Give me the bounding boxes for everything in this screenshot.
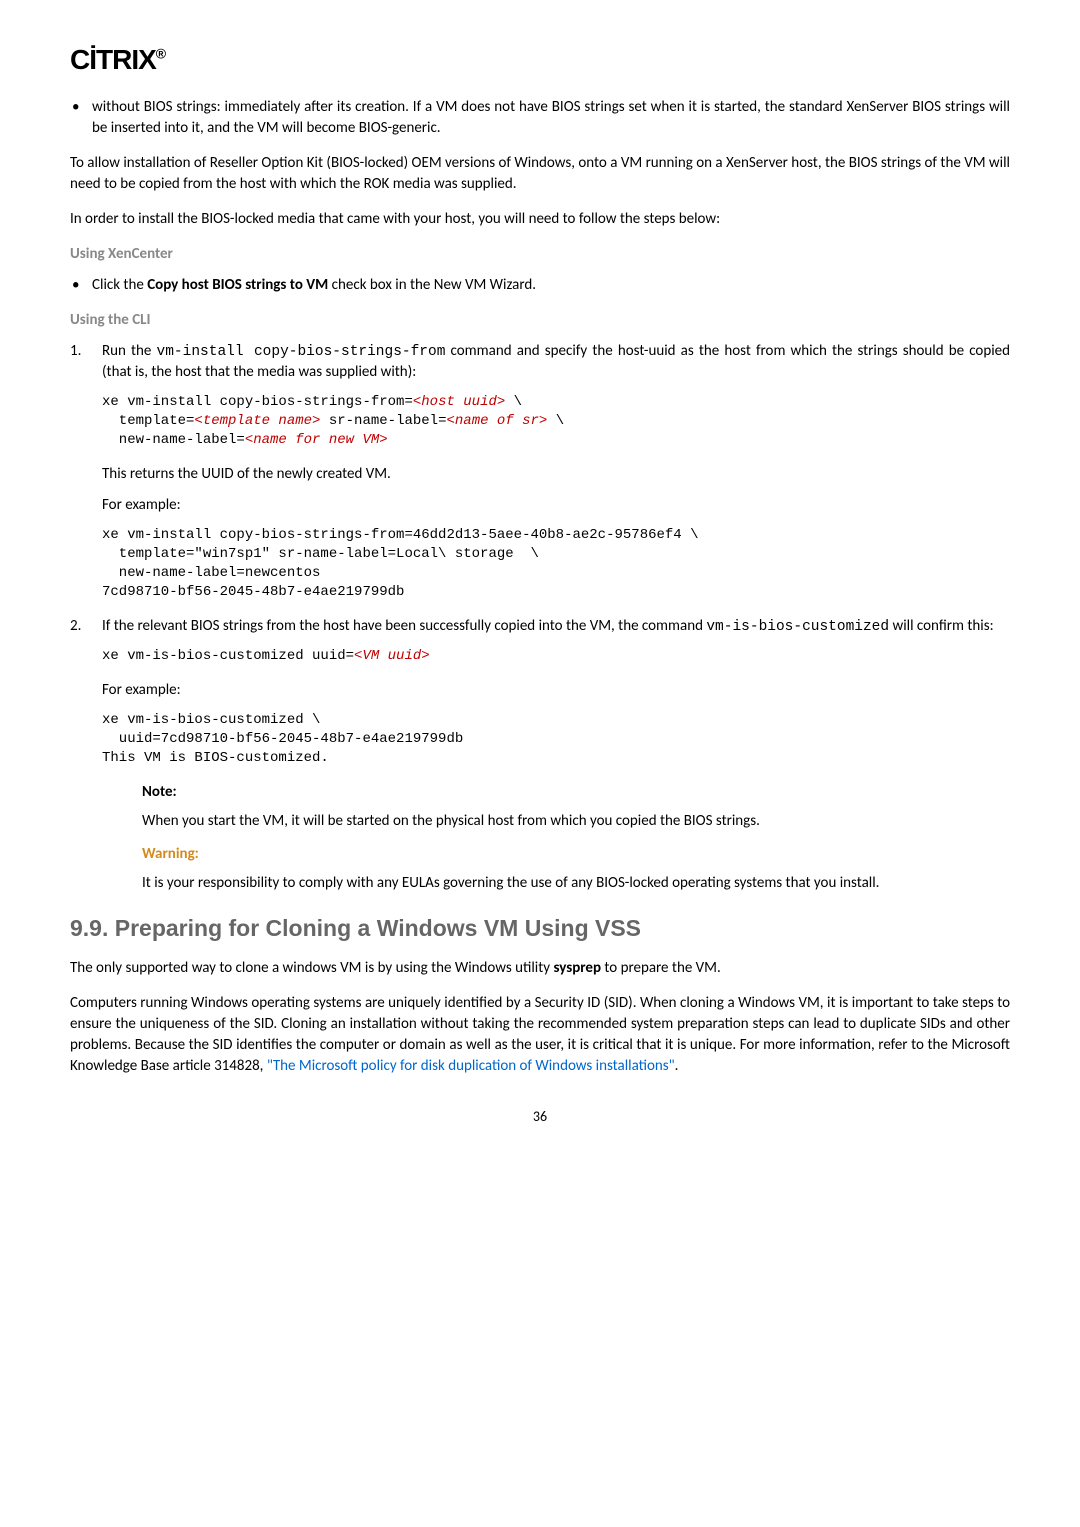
note-body: When you start the VM, it will be starte… [142, 811, 1010, 832]
warning-body: It is your responsibility to comply with… [142, 873, 1010, 894]
step-text: For example: [102, 495, 1010, 516]
code-block: xe vm-install copy-bios-strings-from=46d… [102, 526, 1010, 602]
kb-article-link[interactable]: "The Microsoft policy for disk duplicati… [267, 1057, 675, 1075]
clone-para-1: The only supported way to clone a window… [70, 958, 1010, 979]
section-heading: 9.9. Preparing for Cloning a Windows VM … [70, 912, 1010, 944]
step-text: This returns the UUID of the newly creat… [102, 464, 1010, 485]
note-label: Note: [142, 782, 1010, 803]
install-steps-intro: In order to install the BIOS-locked medi… [70, 209, 1010, 230]
step-text: For example: [102, 680, 1010, 701]
reseller-paragraph: To allow installation of Reseller Option… [70, 153, 1010, 195]
bullet-item: Click the Copy host BIOS strings to VM c… [70, 275, 1010, 296]
citrix-logo: CİTRIX® [70, 40, 1010, 79]
page-number: 36 [70, 1107, 1010, 1127]
inline-code: vm-is-bios-customized [706, 619, 889, 635]
code-block: xe vm-is-bios-customized \ uuid=7cd98710… [102, 711, 1010, 768]
bullet-item: without BIOS strings: immediately after … [70, 97, 1010, 139]
code-block: xe vm-install copy-bios-strings-from=<ho… [102, 393, 1010, 450]
bios-strings-bullet: without BIOS strings: immediately after … [70, 97, 1010, 139]
step-1: Run the vm-install copy-bios-strings-fro… [70, 341, 1010, 602]
subhead-xencenter: Using XenCenter [70, 244, 1010, 265]
xencenter-bullet: Click the Copy host BIOS strings to VM c… [70, 275, 1010, 296]
clone-para-2: Computers running Windows operating syst… [70, 993, 1010, 1077]
warning-label: Warning: [142, 844, 1010, 865]
warning-block: Warning: It is your responsibility to co… [142, 844, 1010, 894]
step-2: If the relevant BIOS strings from the ho… [70, 616, 1010, 894]
cli-steps: Run the vm-install copy-bios-strings-fro… [70, 341, 1010, 893]
note-block: Note: When you start the VM, it will be … [142, 782, 1010, 832]
subhead-cli: Using the CLI [70, 310, 1010, 331]
inline-code: vm-install copy-bios-strings-from [157, 344, 446, 360]
code-block: xe vm-is-bios-customized uuid=<VM uuid> [102, 647, 1010, 666]
